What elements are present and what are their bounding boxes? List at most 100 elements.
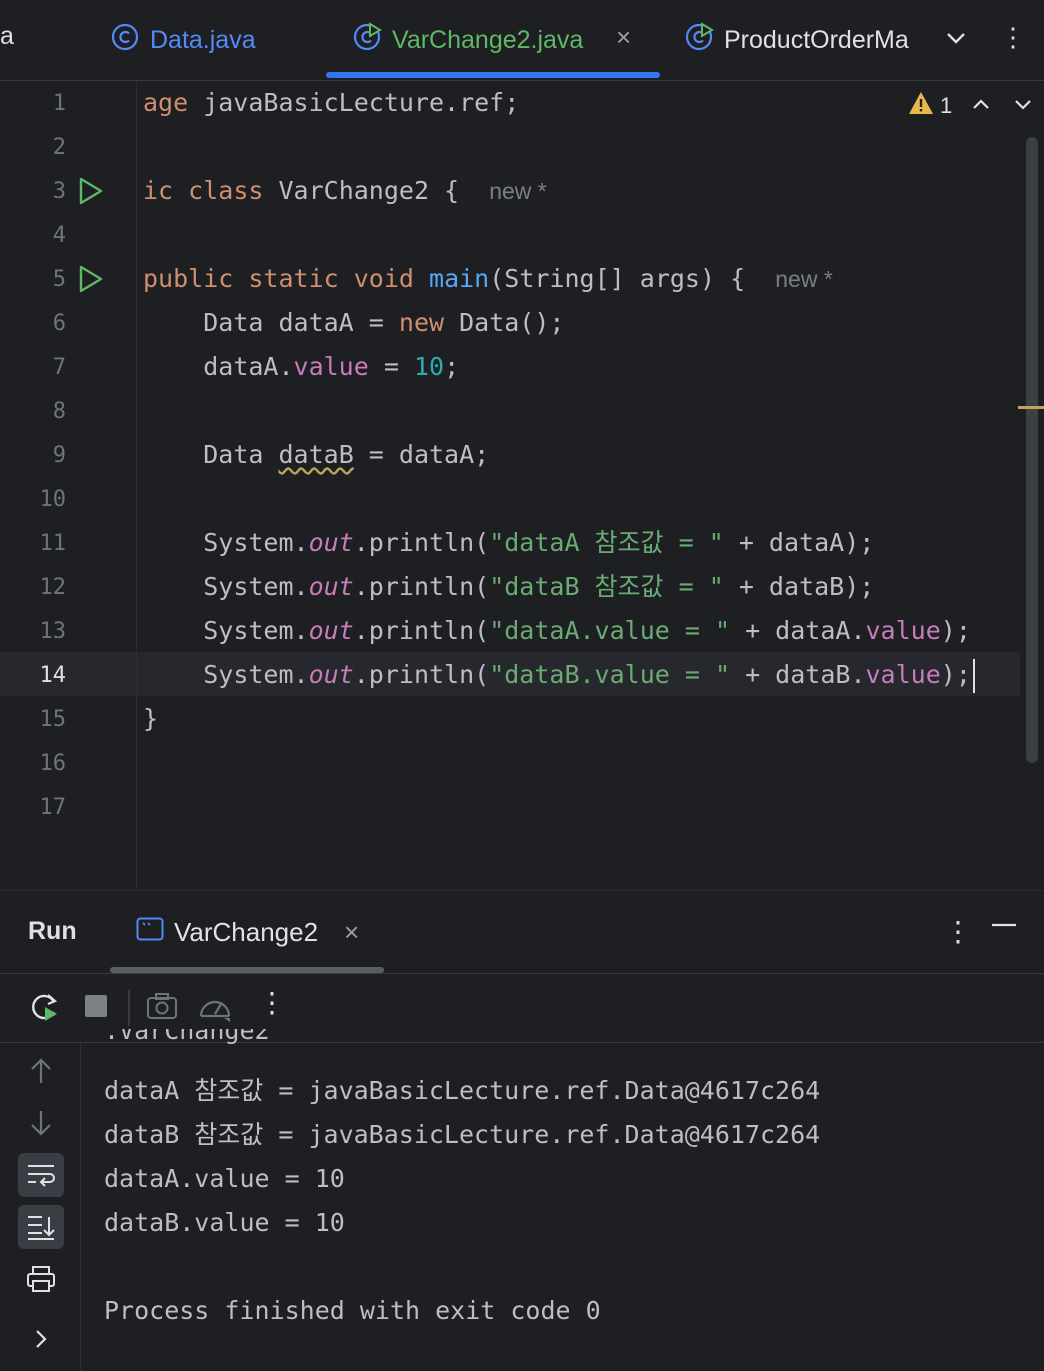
line-number: 8 xyxy=(52,399,66,424)
field-name: value xyxy=(293,352,369,381)
inlay-hint[interactable]: new * xyxy=(775,266,833,292)
console-icon xyxy=(136,917,164,948)
line-number: 16 xyxy=(39,751,67,776)
console-output-line: dataB 참조값 = javaBasicLecture.ref.Data@46… xyxy=(104,1120,821,1149)
line-number: 3 xyxy=(52,179,66,204)
line-number: 13 xyxy=(39,619,67,644)
process-exit-message: Process finished with exit code 0 xyxy=(104,1296,601,1325)
toolbar-separator xyxy=(128,990,130,1026)
tab-varchange2-java[interactable]: VarChange2.java xyxy=(352,0,583,80)
code-text: System. xyxy=(203,528,309,557)
code-line-6[interactable]: Data dataA = new Data(); xyxy=(143,301,564,345)
code-line-12[interactable]: System.out.println("dataB 참조값 = " + data… xyxy=(143,565,874,609)
tab-label: VarChange2.java xyxy=(392,25,584,54)
line-number: 4 xyxy=(52,223,66,248)
next-highlight-icon[interactable] xyxy=(1012,93,1034,121)
static-field: out xyxy=(308,572,354,601)
run-header: Run VarChange2 × ⋮ xyxy=(0,891,1044,974)
static-field: out xyxy=(308,528,354,557)
line-number: 15 xyxy=(39,707,67,732)
code-line-15[interactable]: } xyxy=(143,697,158,741)
line-number: 6 xyxy=(52,311,66,336)
print-icon[interactable] xyxy=(18,1257,64,1301)
line-number: 9 xyxy=(52,443,66,468)
active-tab-indicator xyxy=(326,72,660,78)
code-text: } xyxy=(143,704,159,733)
code-editor[interactable]: 1 2 3 4 5 6 7 8 9 10 11 12 13 14 15 16 1… xyxy=(0,81,1044,890)
code-text: = xyxy=(368,352,414,381)
run-config-tab[interactable]: VarChange2 xyxy=(136,917,318,948)
code-text: + dataA); xyxy=(723,528,875,557)
code-text: .println( xyxy=(353,616,490,645)
console-output-line: dataA.value = 10 xyxy=(104,1164,345,1193)
code-text: dataA. xyxy=(203,352,294,381)
code-line-3[interactable]: ic class VarChange2 { new * xyxy=(143,169,547,213)
code-text: Data(); xyxy=(444,308,565,337)
code-text: .println( xyxy=(353,528,490,557)
text-caret xyxy=(972,659,975,693)
code-line-5[interactable]: public static void main(String[] args) {… xyxy=(143,257,833,301)
run-tab-indicator xyxy=(110,967,384,973)
scroll-to-end-icon[interactable] xyxy=(18,1205,64,1249)
more-options-icon[interactable]: ⋮ xyxy=(1000,22,1026,53)
editor-tab-bar: a Data.java VarChange2.java × ProductOrd… xyxy=(0,0,1044,81)
code-text: System. xyxy=(203,616,309,645)
chevron-right-icon[interactable] xyxy=(18,1317,64,1361)
run-main-icon[interactable] xyxy=(78,265,104,298)
line-number-gutter: 1 2 3 4 5 6 7 8 9 10 11 12 13 14 15 16 1… xyxy=(0,81,137,890)
code-text: + dataA. xyxy=(730,616,866,645)
line-number: 2 xyxy=(52,135,66,160)
keyword: public xyxy=(143,264,234,293)
console-output-line: dataA 참조값 = javaBasicLecture.ref.Data@46… xyxy=(104,1076,821,1105)
rerun-icon[interactable] xyxy=(28,990,60,1029)
code-line-13[interactable]: System.out.println("dataA.value = " + da… xyxy=(143,609,971,653)
camera-icon[interactable] xyxy=(146,992,178,1025)
previous-highlight-icon[interactable] xyxy=(970,93,992,121)
more-options-icon[interactable]: ⋮ xyxy=(258,986,286,1019)
keyword: void xyxy=(353,264,414,293)
profiler-gauge-icon[interactable] xyxy=(198,992,232,1027)
line-number: 12 xyxy=(39,575,67,600)
run-tab-label: VarChange2 xyxy=(174,917,319,947)
line-number: 7 xyxy=(52,355,66,380)
tab-label: Data.java xyxy=(150,25,256,54)
code-text: + dataB); xyxy=(723,572,875,601)
tab-data-java[interactable]: Data.java xyxy=(110,0,256,80)
warning-underlined-variable[interactable]: dataB xyxy=(278,440,353,469)
field-name: value xyxy=(865,660,941,689)
inspection-widget[interactable]: 1 xyxy=(908,91,952,121)
tab-truncated-label[interactable]: a xyxy=(0,22,14,51)
arrow-up-icon[interactable] xyxy=(18,1049,64,1093)
code-line-14[interactable]: System.out.println("dataB.value = " + da… xyxy=(143,653,975,697)
arrow-down-icon[interactable] xyxy=(18,1101,64,1145)
tab-productorder[interactable]: ProductOrderMa xyxy=(684,0,914,80)
code-text: System. xyxy=(203,572,309,601)
close-icon[interactable]: × xyxy=(616,22,631,53)
code-text: System. xyxy=(203,660,309,689)
code-text: .println( xyxy=(353,660,490,689)
code-text: VarChange2 { xyxy=(263,176,475,205)
chevron-down-icon[interactable] xyxy=(942,24,970,59)
more-options-icon[interactable]: ⋮ xyxy=(944,915,972,948)
warning-stripe-marker[interactable] xyxy=(1018,406,1044,409)
code-line-9[interactable]: Data dataB = dataA; xyxy=(143,433,489,477)
minimize-icon[interactable] xyxy=(990,911,1018,947)
code-text: ; xyxy=(444,352,460,381)
code-line-1[interactable]: age javaBasicLecture.ref; xyxy=(143,81,519,125)
console-text: .VarChange2 xyxy=(104,1029,270,1045)
code-line-11[interactable]: System.out.println("dataA 참조값 = " + data… xyxy=(143,521,874,565)
string-literal: "dataA 참조값 = " xyxy=(489,528,724,557)
number-literal: 10 xyxy=(413,352,445,381)
soft-wrap-icon[interactable] xyxy=(18,1153,64,1197)
keyword: ic xyxy=(143,176,174,205)
run-class-icon[interactable] xyxy=(78,177,104,210)
runnable-class-icon xyxy=(352,21,382,59)
stop-icon[interactable] xyxy=(84,994,108,1023)
code-text: (String[] args) { xyxy=(489,264,761,293)
vertical-scrollbar[interactable] xyxy=(1026,137,1038,763)
close-icon[interactable]: × xyxy=(344,917,359,948)
console-output-line: dataB.value = 10 xyxy=(104,1208,345,1237)
code-line-7[interactable]: dataA.value = 10; xyxy=(143,345,459,389)
run-title: Run xyxy=(28,917,77,945)
inlay-hint[interactable]: new * xyxy=(489,178,547,204)
